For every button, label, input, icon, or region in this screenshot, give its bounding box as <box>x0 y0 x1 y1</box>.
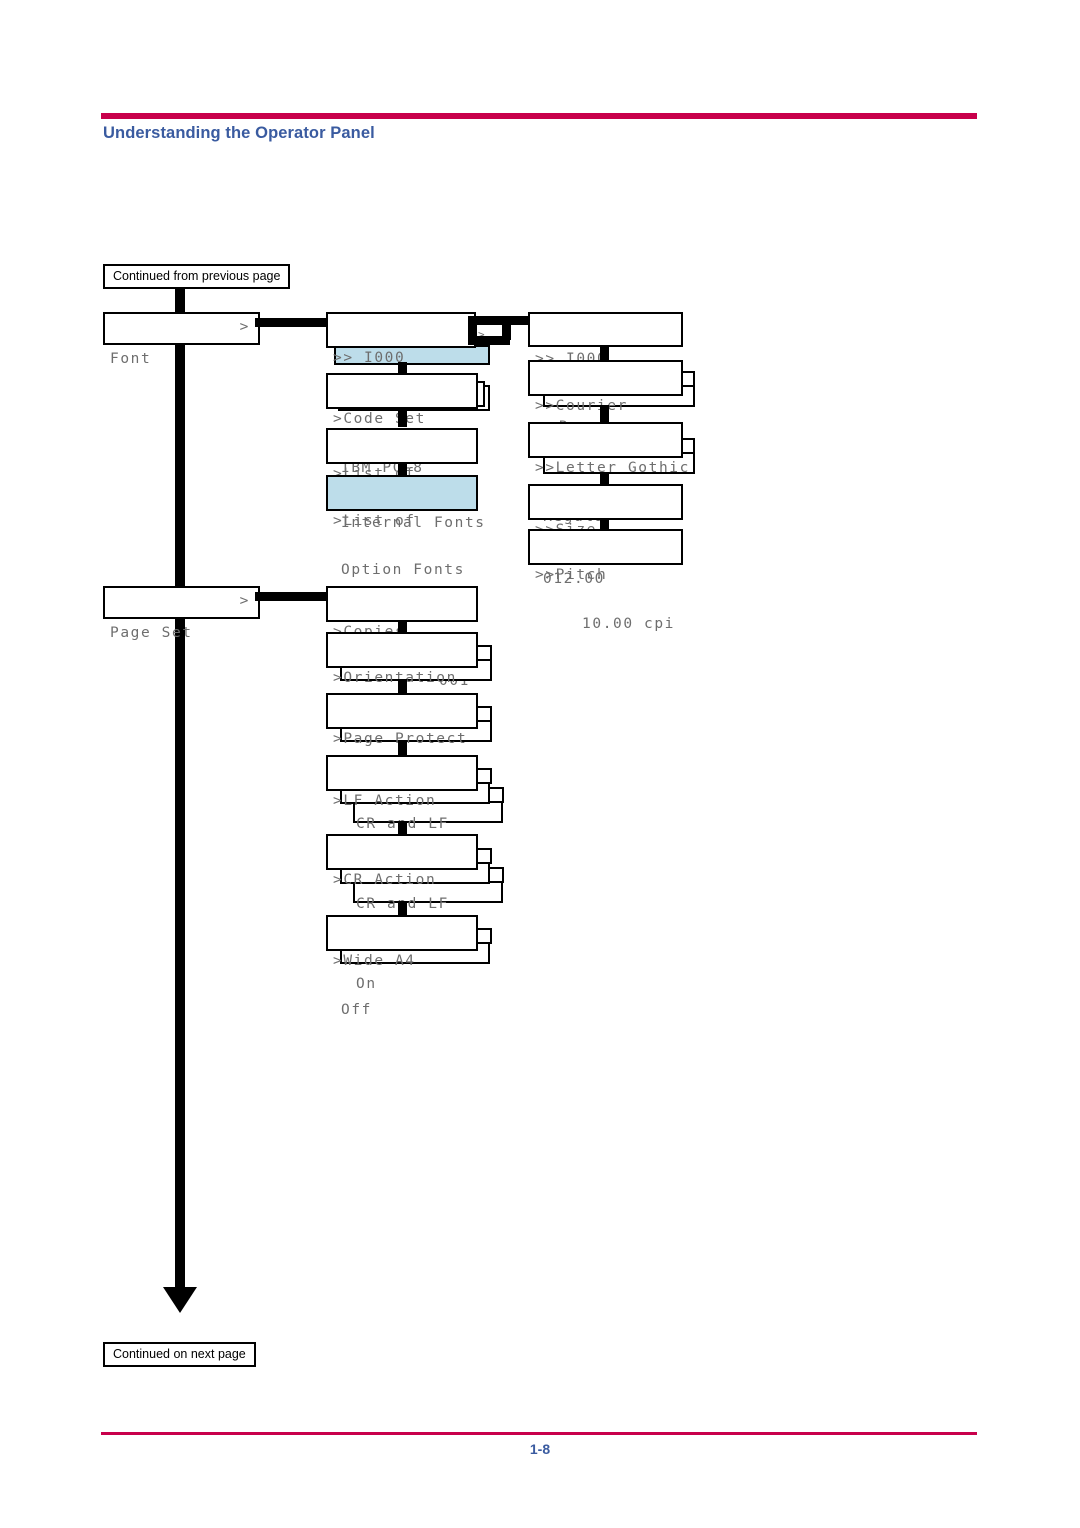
connector-lf-action-to-cr-action <box>398 821 407 835</box>
page-protect-loop-connector <box>477 706 492 722</box>
cr-action-loop-1 <box>477 848 492 864</box>
wide-a4-loop-connector <box>477 928 492 944</box>
copies-box[interactable]: >Copies 001 <box>326 586 478 689</box>
flow-spine <box>175 283 185 1293</box>
continued-from-previous-page-box: Continued from previous page <box>103 264 291 289</box>
menu-font[interactable]: Font > <box>103 312 260 367</box>
chevron-right-icon: > <box>239 319 250 335</box>
footer-rule <box>101 1432 977 1435</box>
menu-font-label: Font <box>110 351 152 367</box>
lf-action-loop-2 <box>489 787 504 803</box>
menu-page-set-label: Page Set <box>110 625 193 641</box>
document-page: Understanding the Operator Panel Continu… <box>0 0 1080 1528</box>
list-option-fonts-value: Option Fonts <box>341 562 465 578</box>
wide-a4-box[interactable]: >Wide A4 Off <box>326 915 478 1018</box>
connector-font-to-font-select <box>255 318 335 327</box>
lf-action-loop-1 <box>477 768 492 784</box>
connector-cr-action-to-wide-a4 <box>398 901 407 915</box>
font-select-box[interactable]: >> I000 <box>326 312 476 366</box>
chevron-right-icon: > <box>239 593 250 609</box>
lf-action-box[interactable]: >LF Action LF only <box>326 755 478 858</box>
letter-gothic-box[interactable]: >>Letter Gothic Regular <box>528 422 688 525</box>
courier-box[interactable]: >>Courier Dark <box>528 360 683 463</box>
connector-code-set-to-list-internal <box>398 409 407 427</box>
font-id-box[interactable]: >> I000 <box>528 312 683 367</box>
connector-page-set-to-copies <box>255 592 335 601</box>
list-option-fonts-title: >List of <box>333 513 416 529</box>
list-option-fonts-box[interactable]: >List of Option Fonts <box>326 475 478 578</box>
header-rule <box>101 113 977 119</box>
orientation-box[interactable]: >Orientation Portrait <box>326 632 478 735</box>
page-title: Understanding the Operator Panel <box>103 124 375 142</box>
wide-a4-value: Off <box>341 1002 372 1018</box>
cr-action-box[interactable]: >CR Action CR only <box>326 834 478 937</box>
connector-courier-to-letter-gothic <box>600 405 609 423</box>
wide-a4-title: >Wide A4 <box>333 953 416 969</box>
list-internal-fonts-box[interactable]: >List of Internal Fonts <box>326 428 484 531</box>
pitch-box[interactable]: >>Pitch 10.00 cpi <box>528 529 683 632</box>
cr-action-loop-2 <box>489 867 504 883</box>
page-protect-box[interactable]: >Page Protect Auto <box>326 693 478 796</box>
lf-action-title: >LF Action <box>333 793 437 809</box>
orientation-loop-connector <box>477 645 492 661</box>
cr-action-title: >CR Action <box>333 872 437 888</box>
pitch-value: 10.00 cpi <box>582 616 675 632</box>
page-number: 1-8 <box>529 1441 551 1457</box>
connector-font-id-drop <box>502 316 511 340</box>
menu-page-set[interactable]: Page Set > <box>103 586 260 641</box>
continued-on-next-page-box: Continued on next page <box>103 1342 256 1367</box>
size-box[interactable]: >>Size 012.00 <box>528 484 683 587</box>
flow-arrow-icon <box>163 1287 197 1313</box>
connector-orientation-to-page-protect <box>398 679 407 694</box>
code-set-box[interactable]: >Code Set IBM PC-8 <box>326 373 478 476</box>
connector-page-protect-to-lf-action <box>398 740 407 755</box>
pitch-title: >>Pitch <box>535 567 608 583</box>
